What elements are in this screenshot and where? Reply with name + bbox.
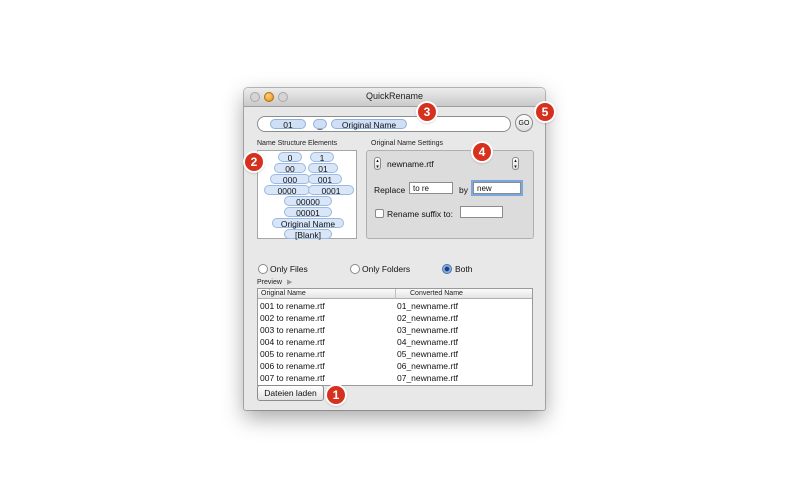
only-folders-label[interactable]: Only Folders — [362, 264, 410, 274]
replace-by-input[interactable]: new — [473, 182, 521, 194]
callout-badge-1: 1 — [327, 386, 345, 404]
previous-file-stepper[interactable]: ▴ ▾ — [374, 157, 381, 170]
original-name-settings: ▴ ▾ newname.rtf ▴ ▾ Replace to re by new R… — [366, 150, 534, 239]
go-button[interactable]: GO — [515, 114, 533, 132]
structure-element[interactable]: [Blank] — [284, 229, 332, 240]
title-bar[interactable]: QuickRename — [244, 88, 545, 107]
converted-name-cell: 05_newname.rtf — [397, 349, 458, 359]
structure-element[interactable]: Original Name — [272, 218, 344, 229]
replace-input[interactable]: to re — [409, 182, 453, 194]
structure-element[interactable]: 01 — [308, 163, 338, 174]
callout-badge-3: 3 — [418, 103, 436, 121]
name-pattern-field[interactable]: 01 _ Original Name — [257, 116, 511, 132]
converted-name-cell: 07_newname.rtf — [397, 373, 458, 383]
rename-suffix-input[interactable] — [460, 206, 503, 218]
only-files-radio[interactable] — [258, 264, 268, 274]
original-name-cell: 004 to rename.rtf — [260, 337, 325, 347]
converted-name-cell: 06_newname.rtf — [397, 361, 458, 371]
structure-section-label: Name Structure Elements — [257, 140, 338, 147]
structure-element[interactable]: 001 — [308, 174, 342, 185]
original-name-cell: 003 to rename.rtf — [260, 325, 325, 335]
original-name-cell: 007 to rename.rtf — [260, 373, 325, 383]
pattern-token-number[interactable]: 01 — [270, 119, 306, 130]
structure-element[interactable]: 00 — [274, 163, 306, 174]
original-name-cell: 002 to rename.rtf — [260, 313, 325, 323]
both-label[interactable]: Both — [455, 264, 473, 274]
only-folders-radio[interactable] — [350, 264, 360, 274]
converted-name-cell: 03_newname.rtf — [397, 325, 458, 335]
current-filename: newname.rtf — [387, 159, 434, 169]
converted-name-cell: 01_newname.rtf — [397, 301, 458, 311]
column-header-original[interactable]: Original Name — [258, 289, 396, 299]
preview-label: Preview — [257, 279, 282, 286]
structure-elements-list: 0 1 00 01 000 001 0000 0001 00000 00001 … — [257, 150, 357, 240]
pattern-token-original-name[interactable]: Original Name — [331, 119, 407, 130]
both-radio[interactable] — [442, 264, 452, 274]
callout-badge-2: 2 — [245, 153, 263, 171]
load-files-button[interactable]: Dateien laden — [257, 385, 324, 401]
replace-label: Replace — [374, 185, 406, 195]
structure-element[interactable]: 00000 — [284, 196, 332, 207]
converted-name-cell: 04_newname.rtf — [397, 337, 458, 347]
callout-badge-4: 4 — [473, 143, 491, 161]
structure-element[interactable]: 00001 — [284, 207, 332, 218]
by-label: by — [459, 185, 468, 195]
structure-element[interactable]: 000 — [270, 174, 310, 185]
original-name-cell: 006 to rename.rtf — [260, 361, 325, 371]
column-header-converted[interactable]: Converted Name — [396, 289, 532, 299]
structure-element[interactable]: 1 — [310, 152, 334, 163]
structure-element[interactable]: 0000 — [264, 185, 310, 196]
settings-section-label: Original Name Settings — [371, 140, 443, 147]
callout-badge-5: 5 — [536, 103, 554, 121]
next-file-stepper[interactable]: ▴ ▾ — [512, 157, 519, 170]
only-files-label[interactable]: Only Files — [270, 264, 308, 274]
converted-name-cell: 02_newname.rtf — [397, 313, 458, 323]
window-title: QuickRename — [365, 91, 424, 101]
structure-element[interactable]: 0001 — [308, 185, 354, 196]
original-name-cell: 005 to rename.rtf — [260, 349, 325, 359]
preview-disclosure-icon[interactable]: ▶ — [287, 278, 292, 286]
structure-element[interactable]: 0 — [278, 152, 302, 163]
quickrename-window: QuickRename 01 _ Original Name GO Name S… — [244, 88, 545, 410]
preview-table: Original Name Converted Name 001 to rena… — [257, 288, 533, 386]
rename-suffix-label: Rename suffix to: — [387, 209, 453, 219]
original-name-cell: 001 to rename.rtf — [260, 301, 325, 311]
rename-suffix-checkbox[interactable] — [375, 209, 384, 218]
pattern-token-underscore[interactable]: _ — [313, 119, 327, 130]
